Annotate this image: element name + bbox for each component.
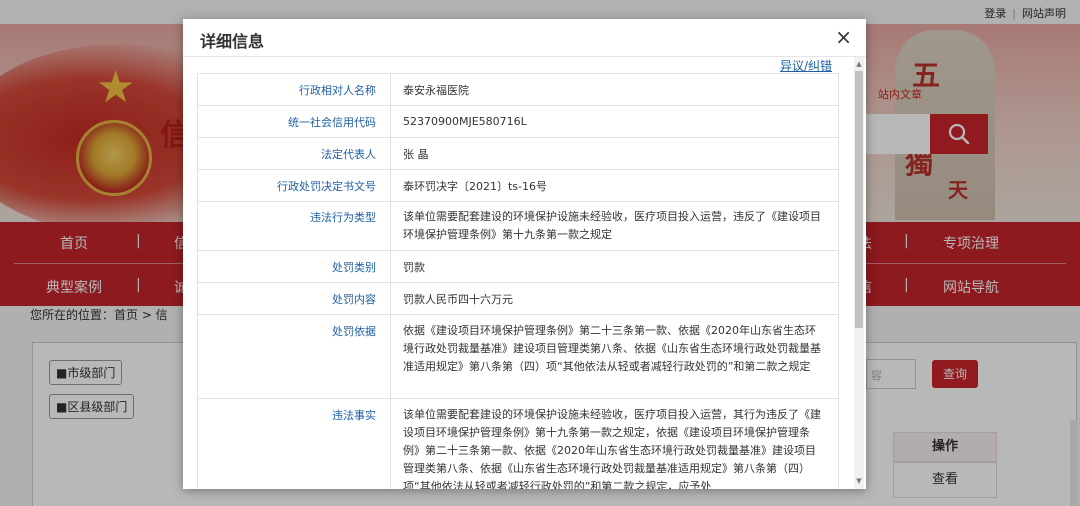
field-value: 泰环罚决字〔2021〕ts-16号 [390, 169, 839, 202]
scrollbar-thumb[interactable] [855, 71, 863, 328]
field-value: 罚款人民币四十六万元 [390, 282, 839, 315]
field-label: 行政相对人名称 [197, 73, 391, 106]
modal-title: 详细信息 [200, 32, 265, 51]
table-row: 处罚类别 罚款 [197, 250, 839, 283]
field-label: 统一社会信用代码 [197, 105, 391, 138]
table-row: 违法事实 该单位需要配套建设的环境保护设施未经验收，医疗项目投入运营，其行为违反… [197, 398, 839, 489]
table-row: 处罚依据 依据《建设项目环境保护管理条例》第二十三条第一款、依据《2020年山东… [197, 314, 839, 399]
field-label: 违法事实 [197, 398, 391, 489]
field-value: 泰安永福医院 [390, 73, 839, 106]
scroll-up-arrow-icon[interactable]: ▲ [854, 58, 864, 70]
scroll-down-arrow-icon[interactable]: ▼ [854, 475, 864, 487]
table-row: 行政处罚决定书文号 泰环罚决字〔2021〕ts-16号 [197, 169, 839, 202]
detail-modal: 详细信息 × 异议/纠错 行政相对人名称 泰安永福医院 统一社会信用代码 523… [183, 19, 866, 489]
modal-scrollbar[interactable]: ▲ ▼ [854, 57, 864, 489]
field-value: 52370900MJE580716L [390, 105, 839, 138]
dispute-correction-link[interactable]: 异议/纠错 [780, 57, 832, 74]
field-value: 依据《建设项目环境保护管理条例》第二十三条第一款、依据《2020年山东省生态环境… [390, 314, 839, 399]
field-value: 该单位需要配套建设的环境保护设施未经验收，医疗项目投入运营，违反了《建设项目环境… [390, 201, 839, 251]
field-label: 处罚类别 [197, 250, 391, 283]
table-row: 处罚内容 罚款人民币四十六万元 [197, 282, 839, 315]
table-row: 行政相对人名称 泰安永福医院 [197, 73, 839, 106]
field-value: 张 晶 [390, 137, 839, 170]
field-value: 罚款 [390, 250, 839, 283]
field-value: 该单位需要配套建设的环境保护设施未经验收，医疗项目投入运营，其行为违反了《建设项… [390, 398, 839, 489]
field-label: 行政处罚决定书文号 [197, 169, 391, 202]
table-row: 法定代表人 张 晶 [197, 137, 839, 170]
table-row: 统一社会信用代码 52370900MJE580716L [197, 105, 839, 138]
table-row: 违法行为类型 该单位需要配套建设的环境保护设施未经验收，医疗项目投入运营，违反了… [197, 201, 839, 251]
field-label: 违法行为类型 [197, 201, 391, 251]
field-label: 法定代表人 [197, 137, 391, 170]
close-icon[interactable]: × [835, 26, 852, 48]
field-label: 处罚依据 [197, 314, 391, 399]
field-label: 处罚内容 [197, 282, 391, 315]
modal-body[interactable]: 异议/纠错 行政相对人名称 泰安永福医院 统一社会信用代码 52370900MJ… [183, 57, 866, 489]
detail-table: 行政相对人名称 泰安永福医院 统一社会信用代码 52370900MJE58071… [197, 73, 839, 489]
